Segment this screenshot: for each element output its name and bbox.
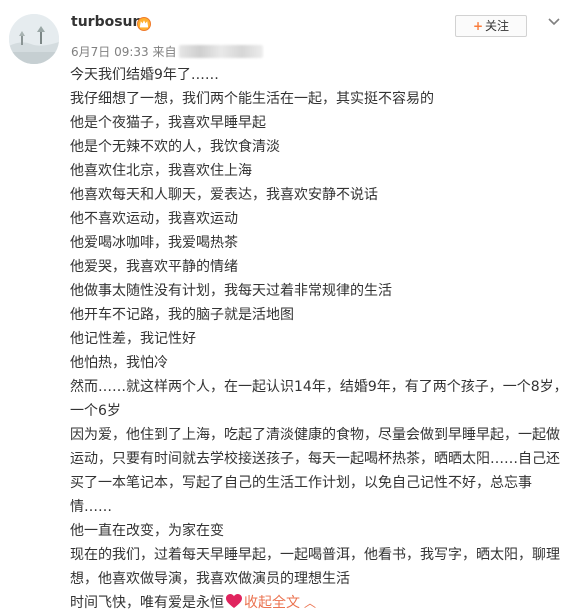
crown-icon — [137, 17, 151, 31]
post-line: 他是个夜猫子，我喜欢早睡早起 — [70, 115, 266, 131]
avatar[interactable] — [9, 14, 59, 64]
post-line: 他不喜欢运动，我喜欢运动 — [70, 211, 238, 227]
post-last-line: 时间飞快，唯有爱是永恒 收起全文 ︿ — [70, 591, 570, 615]
post-last-line-text: 时间飞快，唯有爱是永恒 — [70, 595, 224, 611]
post-source-redacted — [178, 45, 263, 58]
post-line: 他爱喝冰咖啡，我爱喝热茶 — [70, 235, 238, 251]
post-line: 我仔细想了一想，我们两个能生活在一起，其实挺不容易的 — [70, 91, 434, 107]
post-line: 他开车不记路，我的脑子就是活地图 — [70, 307, 294, 323]
follow-button-label: 关注 — [485, 19, 510, 33]
follow-button[interactable]: + 关注 — [455, 15, 527, 37]
chevron-up-icon[interactable]: ︿ — [304, 596, 316, 610]
post-date[interactable]: 6月7日 09:33 — [71, 45, 149, 59]
post-line: 现在的我们，过着每天早睡早起，一起喝普洱，他看书，我写字，晒太阳，聊理想，他喜欢… — [70, 547, 560, 587]
post-meta: 6月7日 09:33 来自 — [71, 43, 263, 60]
post-line: 他是个无辣不欢的人，我饮食清淡 — [70, 139, 280, 155]
post-source-label: 来自 — [152, 45, 177, 59]
post-line: 他怕热，我怕冷 — [70, 355, 168, 371]
collapse-full-text-link[interactable]: 收起全文 — [244, 595, 300, 611]
post-line: 他一直在改变，为家在变 — [70, 523, 224, 539]
plus-icon: + — [472, 19, 484, 33]
post-line: 他喜欢住北京，我喜欢住上海 — [70, 163, 252, 179]
post-line: 他喜欢每天和人聊天，爱表达，我喜欢安静不说话 — [70, 187, 378, 203]
post-line: 他爱哭，我喜欢平静的情绪 — [70, 259, 238, 275]
post-content: 今天我们结婚9年了…… 我仔细想了一想，我们两个能生活在一起，其实挺不容易的 他… — [70, 63, 570, 615]
post-line: 因为爱，他住到了上海，吃起了清淡健康的食物，尽量会做到早睡早起，一起做运动，只要… — [70, 427, 560, 515]
post-line: 他做事太随性没有计划，我每天过着非常规律的生活 — [70, 283, 392, 299]
post-line: 他记性差，我记性好 — [70, 331, 196, 347]
avatar-image — [9, 14, 59, 64]
post-line: 今天我们结婚9年了…… — [70, 67, 219, 83]
username[interactable]: turbosun — [71, 14, 142, 30]
post-line: 然而……就这样两个人，在一起认识14年，结婚9年，有了两个孩子，一个8岁，一个6… — [70, 379, 568, 419]
chevron-down-icon[interactable] — [546, 16, 562, 28]
heart-icon — [226, 594, 242, 608]
